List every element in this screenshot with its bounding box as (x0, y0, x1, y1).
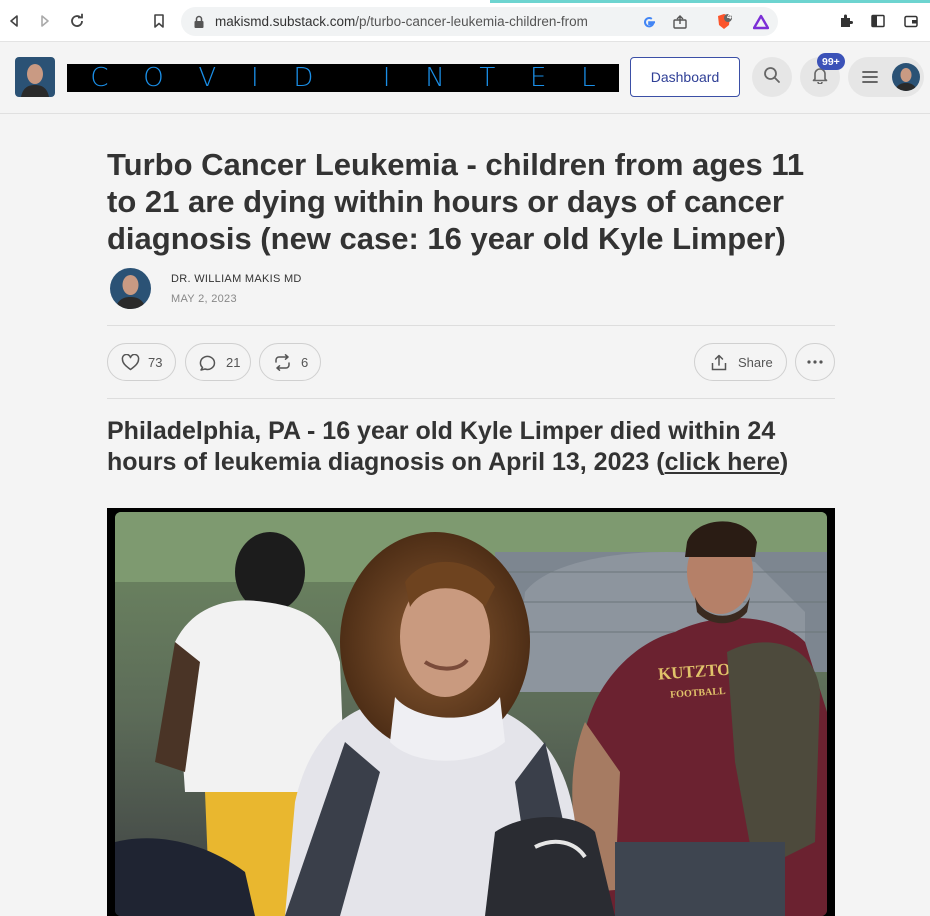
search-icon (763, 66, 781, 89)
comment-count: 21 (226, 354, 241, 370)
url-text: makismd.substack.com/p/turbo-cancer-leuk… (215, 14, 588, 29)
restack-count: 6 (301, 354, 309, 370)
google-icon[interactable] (640, 13, 658, 31)
article-title: Turbo Cancer Leukemia - children from ag… (107, 147, 805, 256)
like-count: 73 (148, 354, 163, 370)
subhead-close: ) (779, 448, 789, 476)
url-path: /p/turbo-cancer-leukemia-children-from (355, 14, 588, 29)
back-icon[interactable] (2, 9, 26, 33)
dashboard-button[interactable]: Dashboard (630, 57, 740, 97)
bookmark-icon[interactable] (147, 9, 171, 33)
lock-icon (190, 13, 208, 31)
extensions-icon[interactable] (835, 10, 857, 32)
comment-button[interactable]: 21 (185, 343, 251, 381)
tab-accent-line (490, 0, 930, 3)
divider (107, 398, 835, 399)
url-host: makismd.substack.com (215, 14, 356, 29)
share-label: Share (738, 354, 773, 370)
article-image-frame[interactable]: KUTZTOWN FOOTBALL (107, 508, 835, 916)
post-date: MAY 2, 2023 (171, 293, 237, 305)
wordmark-letter: T (479, 63, 496, 93)
share-icon (711, 354, 727, 371)
brave-badge-count: 4 (727, 12, 732, 21)
address-bar[interactable]: makismd.substack.com/p/turbo-cancer-leuk… (181, 7, 778, 36)
restack-button[interactable]: 6 (259, 343, 321, 381)
divider (107, 325, 835, 326)
brave-rewards-icon[interactable] (752, 13, 770, 31)
share-page-icon[interactable] (671, 13, 689, 31)
browser-toolbar: makismd.substack.com/p/turbo-cancer-leuk… (0, 0, 930, 42)
article-photo[interactable]: KUTZTOWN FOOTBALL (115, 512, 827, 916)
reload-icon[interactable] (65, 9, 89, 33)
site-header: C O V I D I N T E L Dashboard 99+ (0, 42, 930, 114)
author-avatar[interactable] (110, 268, 151, 309)
share-button[interactable]: Share (694, 343, 787, 381)
sidebar-icon[interactable] (867, 10, 889, 32)
wordmark-letter: L (581, 63, 596, 93)
wallet-icon[interactable] (900, 10, 922, 32)
hamburger-icon (862, 69, 878, 90)
wordmark-letter: V (198, 63, 217, 93)
click-here-link[interactable]: click here (665, 448, 780, 476)
heart-icon (121, 353, 140, 371)
ellipsis-icon (807, 360, 823, 364)
more-options-button[interactable] (795, 343, 835, 381)
wordmark-letter: I (250, 63, 259, 93)
like-button[interactable]: 73 (107, 343, 176, 381)
search-button[interactable] (752, 57, 792, 97)
wordmark-letter: O (143, 63, 164, 93)
restack-icon (273, 353, 292, 371)
wordmark-letter: N (425, 63, 445, 93)
author-name[interactable]: DR. WILLIAM MAKIS MD (171, 273, 302, 285)
user-avatar (892, 63, 920, 91)
publication-logo[interactable] (15, 57, 55, 97)
comment-icon (199, 354, 217, 371)
wordmark-letter: C (90, 63, 109, 93)
wordmark-letter: I (382, 63, 391, 93)
publication-wordmark[interactable]: C O V I D I N T E L (67, 63, 619, 93)
article-subheading: Philadelphia, PA - 16 year old Kyle Limp… (107, 416, 837, 478)
wordmark-letter: E (529, 63, 547, 93)
wordmark-letter: D (293, 63, 314, 93)
forward-icon[interactable] (33, 9, 57, 33)
account-menu-button[interactable] (848, 57, 924, 97)
notification-badge: 99+ (817, 53, 845, 70)
